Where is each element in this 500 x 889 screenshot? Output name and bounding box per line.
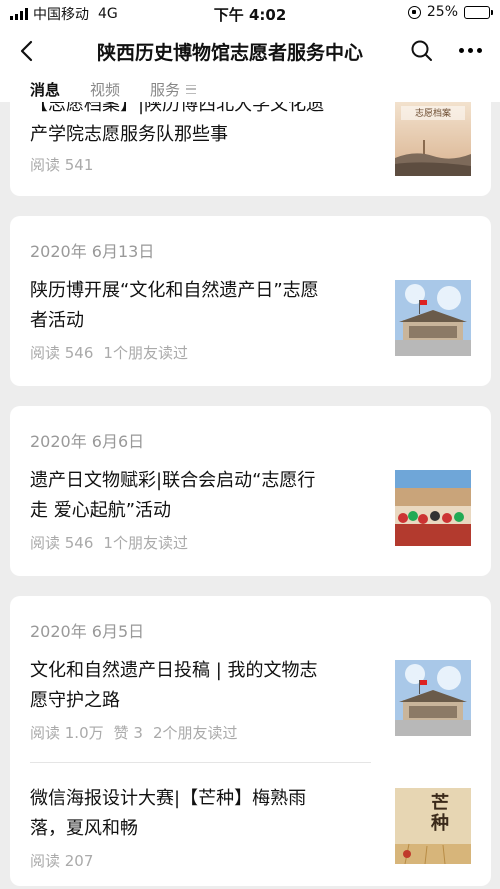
article-title: 文化和自然遗产日投稿 | 我的文物志 愿守护之路 (30, 656, 370, 716)
message-date: 2020年 6月13日 (30, 242, 155, 261)
article-meta: 阅读 546 1个朋友读过 (30, 532, 188, 553)
article-thumbnail (395, 660, 471, 736)
article-title-line1: 【志愿档案】|陕历博西北大学文化遗 (30, 102, 325, 115)
read-count: 阅读 207 (30, 852, 94, 870)
message-card: 2020年 6月13日 陕历博开展“文化和自然遗产日”志愿 者活动 阅读 546… (10, 216, 491, 386)
friends-read: 1个朋友读过 (103, 534, 188, 552)
tab-services-label: 服务 (150, 80, 181, 99)
battery-icon (464, 5, 493, 19)
article-title-line1: 遗产日文物赋彩|联合会启动“志愿行 (30, 470, 316, 491)
article-title-line2: 落，夏风和畅 (30, 818, 138, 839)
read-count: 阅读 546 (30, 344, 94, 362)
article-item[interactable]: 文化和自然遗产日投稿 | 我的文物志 愿守护之路 阅读 1.0万 赞 3 2个朋… (30, 656, 471, 746)
poster-caption: 芒种 (431, 793, 449, 834)
status-bar: 中国移动 4G 下午 4:02 25% (0, 0, 500, 26)
read-count: 阅读 546 (30, 534, 94, 552)
article-thumbnail (395, 280, 471, 356)
article-title-line1: 陕历博开展“文化和自然遗产日”志愿 (30, 280, 319, 301)
read-count: 阅读 541 (30, 156, 94, 174)
rotation-lock-icon (407, 5, 421, 19)
article-title: 遗产日文物赋彩|联合会启动“志愿行 走 爱心起航”活动 (30, 466, 370, 526)
article-title-line2: 产学院志愿服务队那些事 (30, 124, 228, 145)
article-title-line2: 走 爱心起航”活动 (30, 500, 172, 521)
article-meta: 阅读 546 1个朋友读过 (30, 342, 188, 363)
search-icon[interactable] (410, 39, 434, 63)
article-thumbnail: 志愿档案 (395, 102, 471, 176)
article-meta: 阅读 541 (30, 154, 93, 175)
page-title: 陕西历史博物馆志愿者服务中心 (96, 42, 363, 64)
menu-icon (186, 84, 197, 94)
more-icon[interactable] (459, 48, 482, 53)
message-date: 2020年 6月6日 (30, 432, 145, 451)
like-count: 赞 3 (113, 724, 143, 742)
article-item[interactable]: 【志愿档案】|陕历博西北大学文化遗 产学院志愿服务队那些事 阅读 541 志愿档… (30, 102, 471, 196)
thumbnail-caption: 志愿档案 (414, 109, 451, 119)
article-item[interactable]: 微信海报设计大赛|【芒种】梅熟雨 落，夏风和畅 阅读 207 芒种 (30, 784, 471, 874)
tab-services[interactable]: 服务 (150, 79, 197, 100)
read-count: 阅读 1.0万 (30, 724, 104, 742)
article-title: 【志愿档案】|陕历博西北大学文化遗 产学院志愿服务队那些事 (30, 102, 370, 150)
article-divider (30, 762, 371, 763)
article-title-line2: 者活动 (30, 310, 84, 331)
nav-bar: 陕西历史博物馆志愿者服务中心 (0, 26, 500, 76)
friends-read: 1个朋友读过 (103, 344, 188, 362)
article-item[interactable]: 遗产日文物赋彩|联合会启动“志愿行 走 爱心起航”活动 阅读 546 1个朋友读… (30, 466, 471, 556)
tab-videos[interactable]: 视频 (90, 79, 120, 100)
article-title-line1: 文化和自然遗产日投稿 | 我的文物志 (30, 660, 318, 681)
article-title: 陕历博开展“文化和自然遗产日”志愿 者活动 (30, 276, 370, 336)
tab-bar: 消息 视频 服务 (0, 76, 500, 102)
tab-messages[interactable]: 消息 (30, 79, 60, 100)
back-chevron-icon[interactable] (16, 38, 42, 64)
message-card: 2020年 6月5日 文化和自然遗产日投稿 | 我的文物志 愿守护之路 阅读 1… (10, 596, 491, 886)
article-thumbnail: 芒种 (395, 788, 471, 864)
message-date: 2020年 6月5日 (30, 622, 145, 641)
article-title-line2: 愿守护之路 (30, 690, 120, 711)
article-meta: 阅读 1.0万 赞 3 2个朋友读过 (30, 722, 237, 743)
message-card: 【志愿档案】|陕历博西北大学文化遗 产学院志愿服务队那些事 阅读 541 志愿档… (10, 102, 491, 196)
battery-percent: 25% (426, 4, 458, 20)
article-title-line1: 微信海报设计大赛|【芒种】梅熟雨 (30, 788, 307, 809)
article-meta: 阅读 207 (30, 850, 93, 871)
status-right: 25% (407, 4, 493, 20)
message-list: 【志愿档案】|陕历博西北大学文化遗 产学院志愿服务队那些事 阅读 541 志愿档… (0, 102, 500, 889)
article-item[interactable]: 陕历博开展“文化和自然遗产日”志愿 者活动 阅读 546 1个朋友读过 (30, 276, 471, 366)
friends-read: 2个朋友读过 (152, 724, 238, 742)
article-title: 微信海报设计大赛|【芒种】梅熟雨 落，夏风和畅 (30, 784, 370, 844)
message-card: 2020年 6月6日 遗产日文物赋彩|联合会启动“志愿行 走 爱心起航”活动 阅… (10, 406, 491, 576)
article-thumbnail (395, 470, 471, 546)
